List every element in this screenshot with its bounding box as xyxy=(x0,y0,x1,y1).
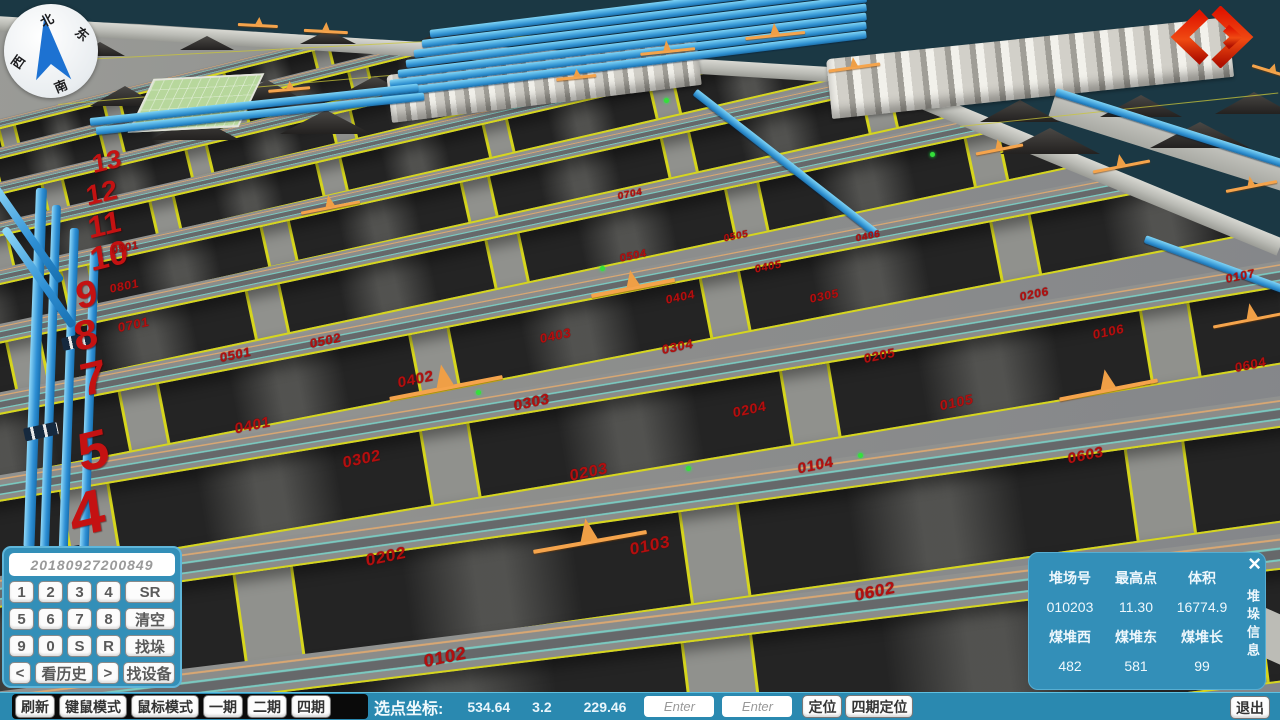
keypad-key-R[interactable]: R xyxy=(96,635,121,657)
company-logo-icon xyxy=(1164,6,1268,73)
keypad-key-5[interactable]: 5 xyxy=(9,608,34,630)
machine-tower xyxy=(994,138,1004,149)
keypad-key-4[interactable]: 4 xyxy=(96,581,121,603)
machine-tower xyxy=(623,269,640,288)
pile-west-value: 482 xyxy=(1037,658,1103,674)
keyboard-mouse-mode-button[interactable]: 键鼠模式 xyxy=(59,695,127,718)
machine-tower xyxy=(323,194,335,208)
keypad-key-9[interactable]: 9 xyxy=(9,635,34,657)
picked-point-label: 选点坐标: xyxy=(374,695,443,719)
machine-tower xyxy=(769,22,780,35)
status-dot-green xyxy=(600,266,605,271)
stacker-reclaimer-icon[interactable] xyxy=(238,13,279,33)
status-dot-green xyxy=(930,152,935,157)
picked-point-x: 534.64 xyxy=(467,699,510,715)
keypad: 1234SR5678清空90SR找垛<看历史>找设备 xyxy=(9,581,175,684)
yard-no-header: 堆场号 xyxy=(1037,568,1103,588)
stacker-reclaimer-icon[interactable] xyxy=(267,76,310,98)
machine-tower xyxy=(849,56,858,67)
keypad-key-0[interactable]: 0 xyxy=(38,635,63,657)
keypad-key-8[interactable]: 8 xyxy=(96,608,121,630)
phase4-button[interactable]: 四期 xyxy=(291,695,331,718)
machine-tower xyxy=(255,17,263,25)
machine-tower xyxy=(572,68,581,77)
pile-east-value: 581 xyxy=(1103,658,1169,674)
keypad-row: 5678清空 xyxy=(9,608,175,630)
keypad-key-找设备[interactable]: 找设备 xyxy=(123,662,175,684)
keypad-row: 90SR找垛 xyxy=(9,635,175,657)
status-dot-green xyxy=(664,98,669,103)
close-icon[interactable]: × xyxy=(1248,553,1261,575)
keypad-key-2[interactable]: 2 xyxy=(38,581,63,603)
pile-id-label: 0505 xyxy=(724,230,749,245)
phase1-button[interactable]: 一期 xyxy=(203,695,243,718)
picked-point-y: 3.2 xyxy=(532,699,551,715)
keypad-key-S[interactable]: S xyxy=(67,635,92,657)
machine-tower xyxy=(576,517,598,543)
keypad-key-1[interactable]: 1 xyxy=(9,581,34,603)
enter-input-2[interactable] xyxy=(722,696,792,717)
keypad-key->[interactable]: > xyxy=(97,662,119,684)
machine-tower xyxy=(322,22,330,31)
phase2-button[interactable]: 二期 xyxy=(247,695,287,718)
phase4-locate-button[interactable]: 四期定位 xyxy=(845,695,913,718)
keypad-key-看历史[interactable]: 看历史 xyxy=(35,662,93,684)
keypad-key-清空[interactable]: 清空 xyxy=(125,608,175,630)
status-dot-green xyxy=(858,453,863,458)
enter-input-1[interactable] xyxy=(644,696,714,717)
keypad-key-3[interactable]: 3 xyxy=(67,581,92,603)
mode-button-group: 刷新 键鼠模式 鼠标模式 一期 二期 四期 xyxy=(12,694,368,719)
machine-tower xyxy=(1114,153,1126,167)
keypad-key-6[interactable]: 6 xyxy=(38,608,63,630)
machine-tower xyxy=(1246,175,1256,186)
refresh-button[interactable]: 刷新 xyxy=(15,695,55,718)
highest-point-header: 最高点 xyxy=(1103,568,1169,588)
bottom-toolbar: 刷新 键鼠模式 鼠标模式 一期 二期 四期 选点坐标: 534.64 3.2 2… xyxy=(0,692,1280,720)
keypad-row: <看历史>找设备 xyxy=(9,662,175,684)
keypad-key-SR[interactable]: SR xyxy=(125,581,175,603)
machine-tower xyxy=(662,39,671,51)
machine-tower xyxy=(285,80,294,89)
keypad-key-找垛[interactable]: 找垛 xyxy=(125,635,175,657)
highest-point-value: 11.30 xyxy=(1103,599,1169,615)
stack-info-panel: × 堆场号 最高点 体积 010203 11.30 16774.9 煤堆西 煤堆… xyxy=(1028,552,1266,690)
compass: 北 东 西 南 xyxy=(4,4,98,98)
pile-length-value: 99 xyxy=(1169,658,1235,674)
history-keypad-panel: 1234SR5678清空90SR找垛<看历史>找设备 xyxy=(2,546,182,688)
status-dot-green xyxy=(686,466,691,471)
stack-info-side-title: 堆垛信息 xyxy=(1243,589,1262,661)
pile-west-header: 煤堆西 xyxy=(1037,627,1103,647)
coal-yard-3d-viewport[interactable]: 1312111098754 09010801070107040504050505… xyxy=(0,0,1280,720)
row-number-marker: 13 xyxy=(90,145,122,177)
mouse-mode-button[interactable]: 鼠标模式 xyxy=(131,695,199,718)
status-dot-green xyxy=(476,390,481,395)
keypad-key-<[interactable]: < xyxy=(9,662,31,684)
locate-button[interactable]: 定位 xyxy=(802,695,842,718)
history-query-input[interactable] xyxy=(9,553,175,576)
stack-info-grid: 堆场号 最高点 体积 010203 11.30 16774.9 煤堆西 煤堆东 … xyxy=(1037,563,1235,681)
exit-button[interactable]: 退出 xyxy=(1230,696,1270,719)
yard-no-value: 010203 xyxy=(1037,599,1103,615)
picked-point-z: 229.46 xyxy=(584,699,627,715)
pile-east-header: 煤堆东 xyxy=(1103,627,1169,647)
volume-header: 体积 xyxy=(1169,568,1235,588)
keypad-key-7[interactable]: 7 xyxy=(67,608,92,630)
keypad-row: 1234SR xyxy=(9,581,175,603)
volume-value: 16774.9 xyxy=(1169,599,1235,615)
coordinate-section: 选点坐标: 534.64 3.2 229.46 定位 四期定位 xyxy=(374,693,913,720)
pile-length-header: 煤堆长 xyxy=(1169,627,1235,647)
stacker-reclaimer-icon[interactable] xyxy=(304,19,349,39)
